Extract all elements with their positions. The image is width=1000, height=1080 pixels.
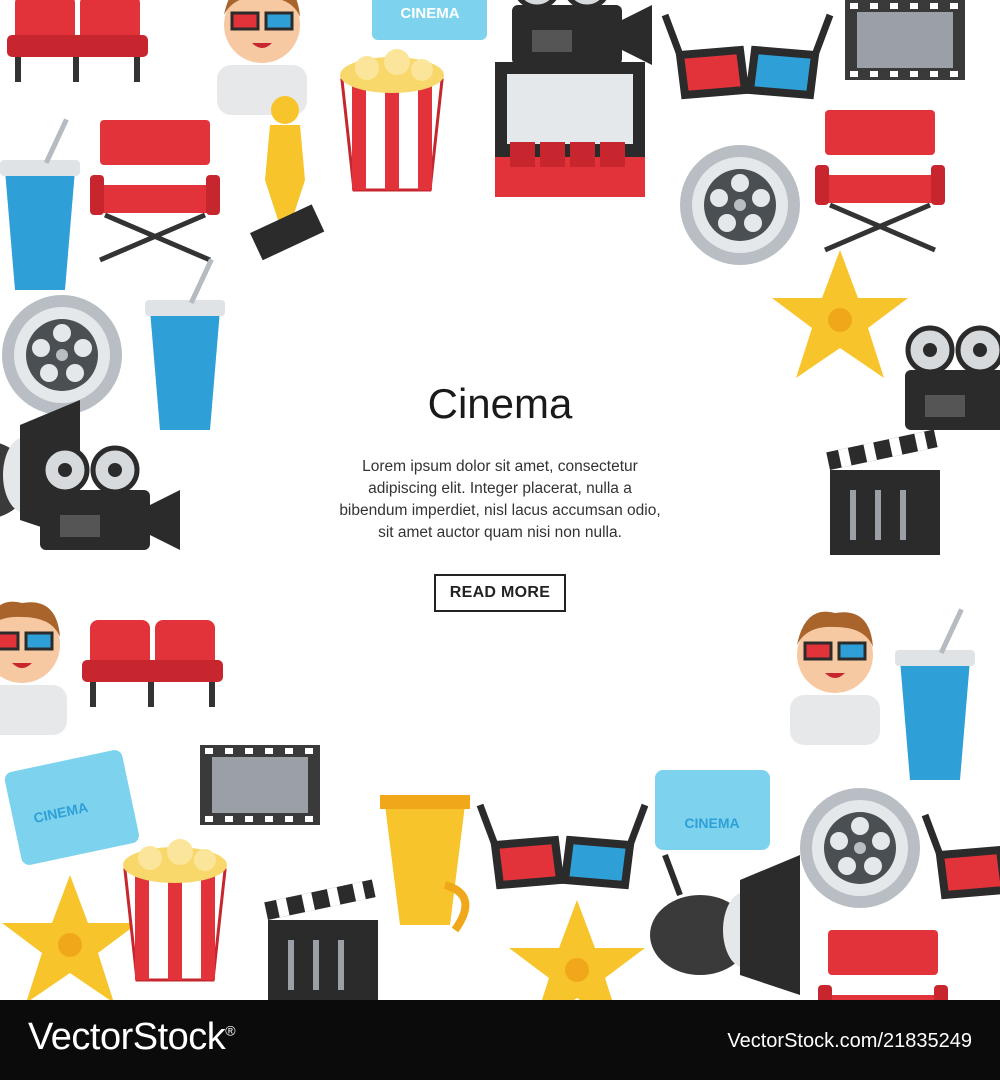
- cinema-seats-icon: [7, 0, 148, 82]
- film-strip-icon: [845, 0, 965, 80]
- 3d-glasses-icon-bottom: [480, 805, 645, 885]
- soda-cup-icon-right: [895, 608, 975, 780]
- hero-description-line: sit amet auctor quam nisi non nulla.: [378, 524, 622, 541]
- hero-description: Lorem ipsum dolor sit amet, consectetur …: [320, 456, 680, 544]
- 3d-glasses-icon-right: [925, 815, 1000, 895]
- walk-of-fame-star-icon-bottom: [509, 900, 645, 1000]
- cinema-tickets-icon-left: CINEMA: [4, 750, 139, 865]
- cinema-ticket-icon-top: CINEMA: [372, 0, 487, 40]
- film-reel-icon-left: [2, 295, 122, 415]
- ticket-text: CINEMA: [684, 815, 739, 831]
- ticket-text: CINEMA: [400, 5, 459, 22]
- cinema-screen-icon: [495, 62, 645, 197]
- hero-description-line: Lorem ipsum dolor sit amet, consectetur: [362, 458, 638, 475]
- film-reel-icon-right: [800, 788, 920, 908]
- cinema-tickets-icon-right: CINEMA: [655, 770, 770, 850]
- award-statuette-icon: [250, 96, 325, 261]
- soda-cup-icon: [0, 118, 80, 290]
- movie-camera-icon-right: [905, 328, 1000, 430]
- film-strip-icon-bottom: [200, 745, 320, 825]
- viewer-with-3d-glasses-icon-right: [788, 610, 882, 747]
- image-id-link[interactable]: VectorStock.com/21835249: [727, 1030, 972, 1053]
- cinema-seats-icon-left: [82, 620, 223, 707]
- read-more-button[interactable]: READ MORE: [433, 574, 567, 612]
- popcorn-bucket-icon-bottom: [121, 837, 229, 982]
- soda-cup-icon-left: [145, 258, 225, 430]
- viewer-with-3d-glasses-icon-left: [0, 600, 69, 737]
- clapperboard-icon-right: [826, 429, 940, 555]
- hero-content: Cinema Lorem ipsum dolor sit amet, conse…: [300, 380, 700, 612]
- spotlight-icon-bottom: [650, 855, 800, 995]
- registered-mark: ®: [225, 1022, 236, 1039]
- director-chair-icon-bottom: [818, 930, 948, 1000]
- hero-title: Cinema: [427, 380, 573, 427]
- walk-of-fame-star-icon-left: [2, 875, 138, 1000]
- director-chair-icon: [90, 120, 220, 260]
- hero-description-line: bibendum imperdiet, nisl lacus accumsan …: [339, 502, 661, 519]
- vectorstock-logo[interactable]: VectorStock®: [28, 1016, 236, 1059]
- movie-camera-icon-left: [40, 448, 180, 550]
- footer-bar: VectorStock® VectorStock.com/21835249: [0, 1000, 1000, 1080]
- director-chair-icon-right: [815, 110, 945, 250]
- walk-of-fame-star-icon: [772, 250, 908, 378]
- megaphone-icon: [380, 795, 470, 930]
- 3d-glasses-icon: [665, 15, 830, 95]
- brand-name: VectorStock: [28, 1016, 226, 1058]
- movie-camera-icon: [512, 0, 652, 65]
- viewer-with-3d-glasses-icon: [215, 0, 309, 117]
- popcorn-bucket-icon: [338, 47, 446, 192]
- hero-description-line: adipiscing elit. Integer placerat, nulla…: [368, 480, 632, 497]
- film-reel-icon: [680, 145, 800, 265]
- clapperboard-icon-bottom: [264, 879, 378, 1000]
